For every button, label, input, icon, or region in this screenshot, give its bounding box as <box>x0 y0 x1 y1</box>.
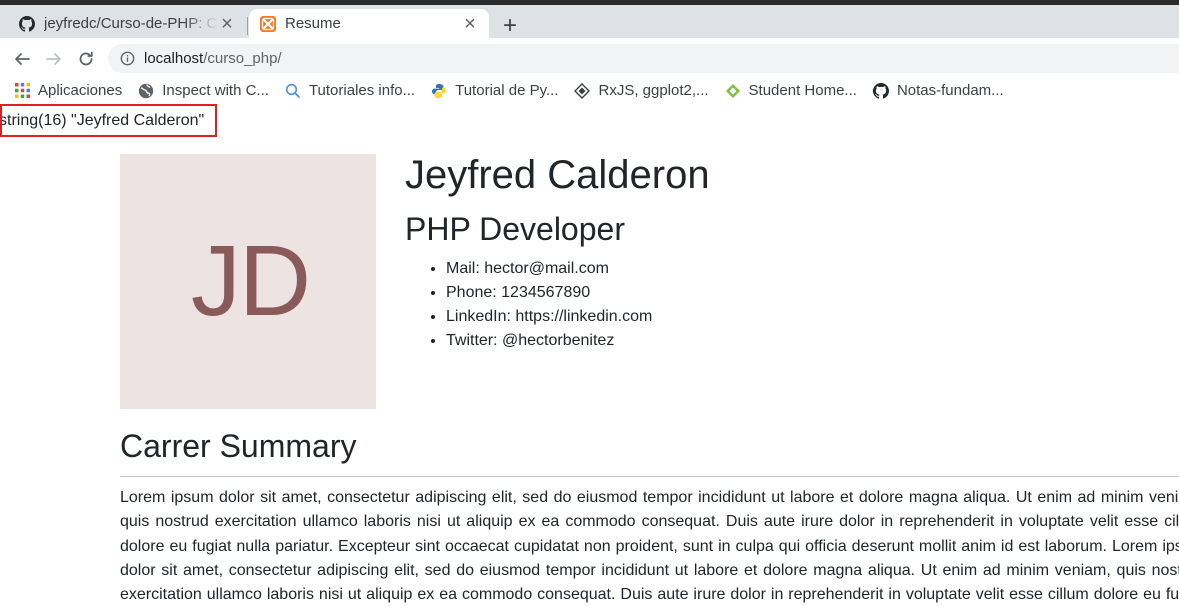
arrow-left-icon <box>15 53 30 65</box>
page-viewport: string(16) "Jeyfred Calderon" JD Jeyfred… <box>0 103 1179 606</box>
contact-mail: Mail: hector@mail.com <box>446 257 652 281</box>
url-path: /curso_php/ <box>203 50 282 67</box>
bookmark-label: Aplicaciones <box>38 82 123 99</box>
summary-text: Lorem ipsum dolor sit amet, consectetur … <box>120 489 1179 604</box>
bookmark-rxjs[interactable]: RxJS, ggplot2,... <box>574 82 709 99</box>
bookmark-label: RxJS, ggplot2,... <box>598 82 709 99</box>
job-title: PHP Developer <box>405 211 625 247</box>
summary-heading: Carrer Summary <box>120 428 357 464</box>
xampp-icon <box>259 15 277 33</box>
contact-phone: Phone: 1234567890 <box>446 281 652 305</box>
tab-title: jeyfredc/Curso-de-PHP: Cu <box>44 15 218 32</box>
apps-grid-icon <box>14 83 30 99</box>
student-icon <box>725 83 741 99</box>
var-dump-text: string(16) "Jeyfred Calderon" <box>0 112 205 129</box>
tab-title: Resume <box>285 15 341 32</box>
section-divider <box>120 476 1179 477</box>
tab-bar: jeyfredc/Curso-de-PHP: Cu × Resume × + <box>0 5 1179 38</box>
search-icon <box>285 83 301 99</box>
globe-icon <box>138 83 154 99</box>
bookmark-label: Inspect with C... <box>162 82 269 99</box>
bookmark-python[interactable]: Tutorial de Py... <box>431 82 558 99</box>
bookmark-notas[interactable]: Notas-fundam... <box>872 82 1004 99</box>
address-bar[interactable]: localhost/curso_php/ <box>108 44 1179 73</box>
contact-linkedin: LinkedIn: https://linkedin.com <box>446 305 652 329</box>
tab-resume[interactable]: Resume × <box>249 9 489 38</box>
close-tab-icon[interactable]: × <box>218 14 236 34</box>
forward-button[interactable] <box>41 46 67 72</box>
profile-photo-placeholder: JD <box>120 154 376 409</box>
contact-list: Mail: hector@mail.com Phone: 1234567890 … <box>446 257 652 353</box>
bookmark-tutoriales[interactable]: Tutoriales info... <box>285 82 415 99</box>
bookmark-student[interactable]: Student Home... <box>725 82 857 99</box>
contact-twitter: Twitter: @hectorbenitez <box>446 329 652 353</box>
page-title: Jeyfred Calderon <box>405 153 710 197</box>
bookmark-label: Student Home... <box>748 82 857 99</box>
close-tab-icon[interactable]: × <box>461 14 479 34</box>
reload-icon <box>79 51 93 66</box>
url-host: localhost <box>144 50 204 67</box>
github-icon <box>872 82 889 99</box>
bookmark-label: Tutorial de Py... <box>455 82 559 99</box>
var-dump-output: string(16) "Jeyfred Calderon" <box>0 104 217 137</box>
bookmark-label: Notas-fundam... <box>896 82 1004 99</box>
info-icon[interactable] <box>119 51 135 67</box>
arrow-right-icon <box>46 53 61 65</box>
tab-separator <box>247 17 248 35</box>
photo-initials: JD <box>190 225 311 337</box>
bookmark-label: Tutoriales info... <box>308 82 416 99</box>
github-icon <box>18 15 36 33</box>
diamond-icon <box>574 82 591 99</box>
back-button[interactable] <box>9 46 35 72</box>
reload-button[interactable] <box>73 46 99 72</box>
bookmarks-bar: Aplicaciones Inspect with C... Tutoriale… <box>0 78 1179 103</box>
python-icon <box>431 83 447 99</box>
tab-github[interactable]: jeyfredc/Curso-de-PHP: Cu × <box>8 9 246 38</box>
bookmark-inspect[interactable]: Inspect with C... <box>138 82 269 99</box>
browser-toolbar: localhost/curso_php/ <box>0 38 1179 78</box>
bookmark-aplicaciones[interactable]: Aplicaciones <box>14 82 122 99</box>
url-text: localhost/curso_php/ <box>144 50 282 67</box>
new-tab-button[interactable]: + <box>497 14 523 40</box>
